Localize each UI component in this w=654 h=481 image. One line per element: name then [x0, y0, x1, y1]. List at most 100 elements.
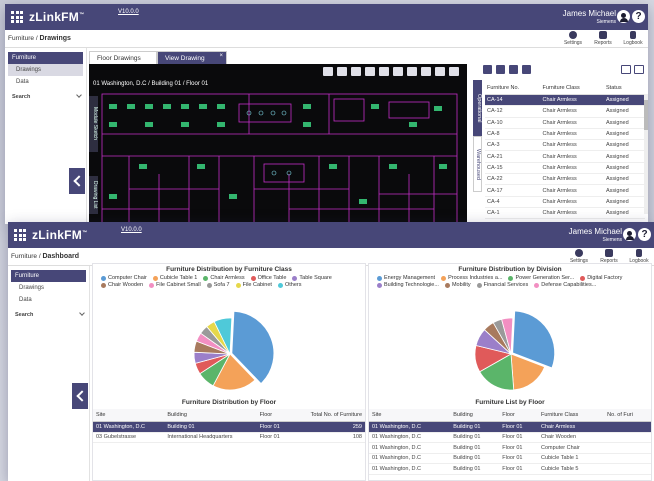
legend-item[interactable]: File Cabinet Small [149, 282, 201, 288]
table-row[interactable]: CA-14 Chair Armless Assigned [485, 94, 645, 107]
delete-icon[interactable] [496, 65, 505, 74]
help-icon[interactable]: ? [632, 10, 645, 23]
table-row[interactable]: 01 Washington, D.C Building 01 Floor 01 Cha… [369, 432, 651, 443]
col-furniture-no[interactable]: Furniture No. [485, 82, 541, 95]
logbook-button[interactable]: Logbook [622, 31, 644, 46]
legend-item[interactable]: Table Square [292, 275, 332, 281]
app-grid-icon[interactable] [11, 11, 23, 23]
table-row[interactable]: CA-15 Chair Armless Assigned [485, 162, 645, 175]
avatar-icon[interactable] [623, 228, 636, 241]
legend-item[interactable]: Cubicle Table 1 [152, 275, 197, 281]
legend-swatch [152, 275, 158, 281]
legend-item[interactable]: Defense Capabilities... [534, 282, 596, 288]
col-site[interactable]: Site [93, 409, 165, 422]
table-row[interactable]: CA-21 Chair Armless Assigned [485, 150, 645, 163]
sidebar-item-drawings[interactable]: Drawings [8, 64, 83, 76]
table-row[interactable]: 01 Washington, D.C Building 01 Floor 01 259 [93, 421, 365, 433]
table-row[interactable]: 01 Washington, D.C Building 01 Floor 01 Cha… [369, 421, 651, 433]
tab-operational[interactable]: Operational [473, 80, 482, 136]
legend-item[interactable]: Computer Chair [101, 275, 147, 281]
floor-plan-canvas[interactable]: 01 Washington, D.C / Building 01 / Floor… [89, 64, 467, 224]
settings-icon[interactable] [509, 65, 518, 74]
legend-swatch [444, 282, 450, 288]
refresh-icon[interactable] [621, 65, 631, 74]
col-site[interactable]: Site [369, 409, 451, 422]
tab-floor-drawings[interactable]: Floor Drawings [89, 51, 157, 65]
logbook-button[interactable]: Logbook [628, 249, 650, 264]
collapse-sidebar-button[interactable] [72, 383, 88, 409]
table-row[interactable]: 01 Washington, D.C Building 01 Floor 01 Cub… [369, 463, 651, 475]
table-row[interactable]: CA-10 Chair Armless Assigned [485, 117, 645, 129]
table-row[interactable]: CA-4 Chair Armless Assigned [485, 196, 645, 208]
search-icon[interactable] [634, 65, 644, 74]
dashboard-window: zLinkFM™ V10.0.0 James Michael Siemens ?… [8, 222, 654, 481]
legend-item[interactable]: Financial Services [476, 282, 528, 288]
table-row[interactable]: CA-1 Chair Armless Assigned [485, 207, 645, 220]
sidebar-head-furniture[interactable]: Furniture [8, 52, 83, 64]
legend-item[interactable]: Digital Factory [580, 275, 622, 281]
legend-item[interactable]: Mobility [444, 282, 471, 288]
table-row[interactable]: 03 Gubelstrasse International Headquarter… [93, 432, 365, 443]
table-row[interactable]: CA-17 Chair Armless Assigned [485, 184, 645, 197]
version-link[interactable]: V10.0.0 [121, 227, 142, 233]
col-furniture-class[interactable]: Furniture Class [537, 409, 605, 422]
avatar-icon[interactable] [617, 10, 630, 23]
col-floor[interactable]: Floor [499, 409, 538, 422]
legend-item[interactable]: Chair Armless [203, 275, 245, 281]
table-row[interactable]: CA-8 Chair Armless Assigned [485, 128, 645, 141]
legend-label: Computer Chair [108, 275, 147, 281]
tab-warehoused[interactable]: Warehoused [473, 136, 482, 192]
legend-item[interactable]: Chair Wooden [101, 282, 143, 288]
col-total[interactable]: Total No. of Furniture [290, 409, 365, 422]
legend-item[interactable]: Office Table [250, 275, 286, 281]
close-icon[interactable]: × [219, 53, 223, 59]
sidebar-item-data[interactable]: Data [8, 76, 83, 88]
col-building[interactable]: Building [164, 409, 257, 422]
table-row[interactable]: CA-12 Chair Armless Assigned [485, 105, 645, 118]
floor-table: Site Building Floor Total No. of Furnitu… [93, 409, 365, 443]
legend-label: Table Square [299, 275, 332, 281]
settings-button[interactable]: Settings [568, 249, 590, 264]
reports-button[interactable]: Reports [592, 31, 614, 46]
legend-label: Sofa 7 [213, 282, 230, 288]
legend-label: Building Technologie... [384, 282, 439, 288]
help-icon[interactable]: ? [638, 228, 651, 241]
chart-by-division: Furniture Distribution by Division Energ… [368, 263, 652, 415]
col-count[interactable]: No. of Furi [604, 409, 651, 422]
app-grid-icon[interactable] [14, 229, 26, 241]
collapse-sidebar-button[interactable] [69, 168, 85, 194]
edit-icon[interactable] [483, 65, 492, 74]
legend-item[interactable]: Sofa 7 [206, 282, 230, 288]
breadcrumb-bar: Furniture / Drawings Settings Reports Lo… [5, 30, 648, 48]
settings-button[interactable]: Settings [562, 31, 584, 46]
breadcrumb-parent[interactable]: Furniture / [11, 253, 42, 260]
table-row[interactable]: CA-3 Chair Armless Assigned [485, 139, 645, 152]
reports-button[interactable]: Reports [598, 249, 620, 264]
table-row[interactable]: 01 Washington, D.C Building 01 Floor 01 Com… [369, 442, 651, 454]
tab-view-drawing[interactable]: View Drawing × [157, 51, 227, 65]
legend-item[interactable]: Others [277, 282, 301, 288]
gear-icon [575, 249, 583, 257]
col-building[interactable]: Building [450, 409, 500, 422]
legend-item[interactable]: Power Generation Ser... [508, 275, 574, 281]
sidebar-item-drawings[interactable]: Drawings [11, 282, 86, 294]
col-status[interactable]: Status [604, 82, 645, 95]
sidebar-search[interactable]: Search [11, 310, 86, 320]
table-row[interactable]: CA-22 Chair Armless Assigned [485, 173, 645, 186]
legend-item[interactable]: Process Industries a... [441, 275, 502, 281]
col-furniture-class[interactable]: Furniture Class [540, 82, 605, 95]
sidebar-head-furniture[interactable]: Furniture [11, 270, 86, 282]
legend-item[interactable]: Energy Management [377, 275, 435, 281]
list-icon[interactable] [522, 65, 531, 74]
col-floor[interactable]: Floor [256, 409, 291, 422]
breadcrumb-parent[interactable]: Furniture / [8, 35, 39, 42]
header-tools: Settings Reports Logbook [568, 249, 650, 264]
sidebar-item-data[interactable]: Data [11, 294, 86, 306]
table-row[interactable]: 01 Washington, D.C Building 01 Floor 01 Cub… [369, 453, 651, 464]
table-scrollbar[interactable] [644, 94, 648, 214]
legend-swatch [277, 282, 283, 288]
version-link[interactable]: V10.0.0 [118, 9, 139, 15]
sidebar-search[interactable]: Search [8, 92, 83, 102]
legend-item[interactable]: Building Technologie... [377, 282, 439, 288]
legend-item[interactable]: File Cabinet [235, 282, 272, 288]
